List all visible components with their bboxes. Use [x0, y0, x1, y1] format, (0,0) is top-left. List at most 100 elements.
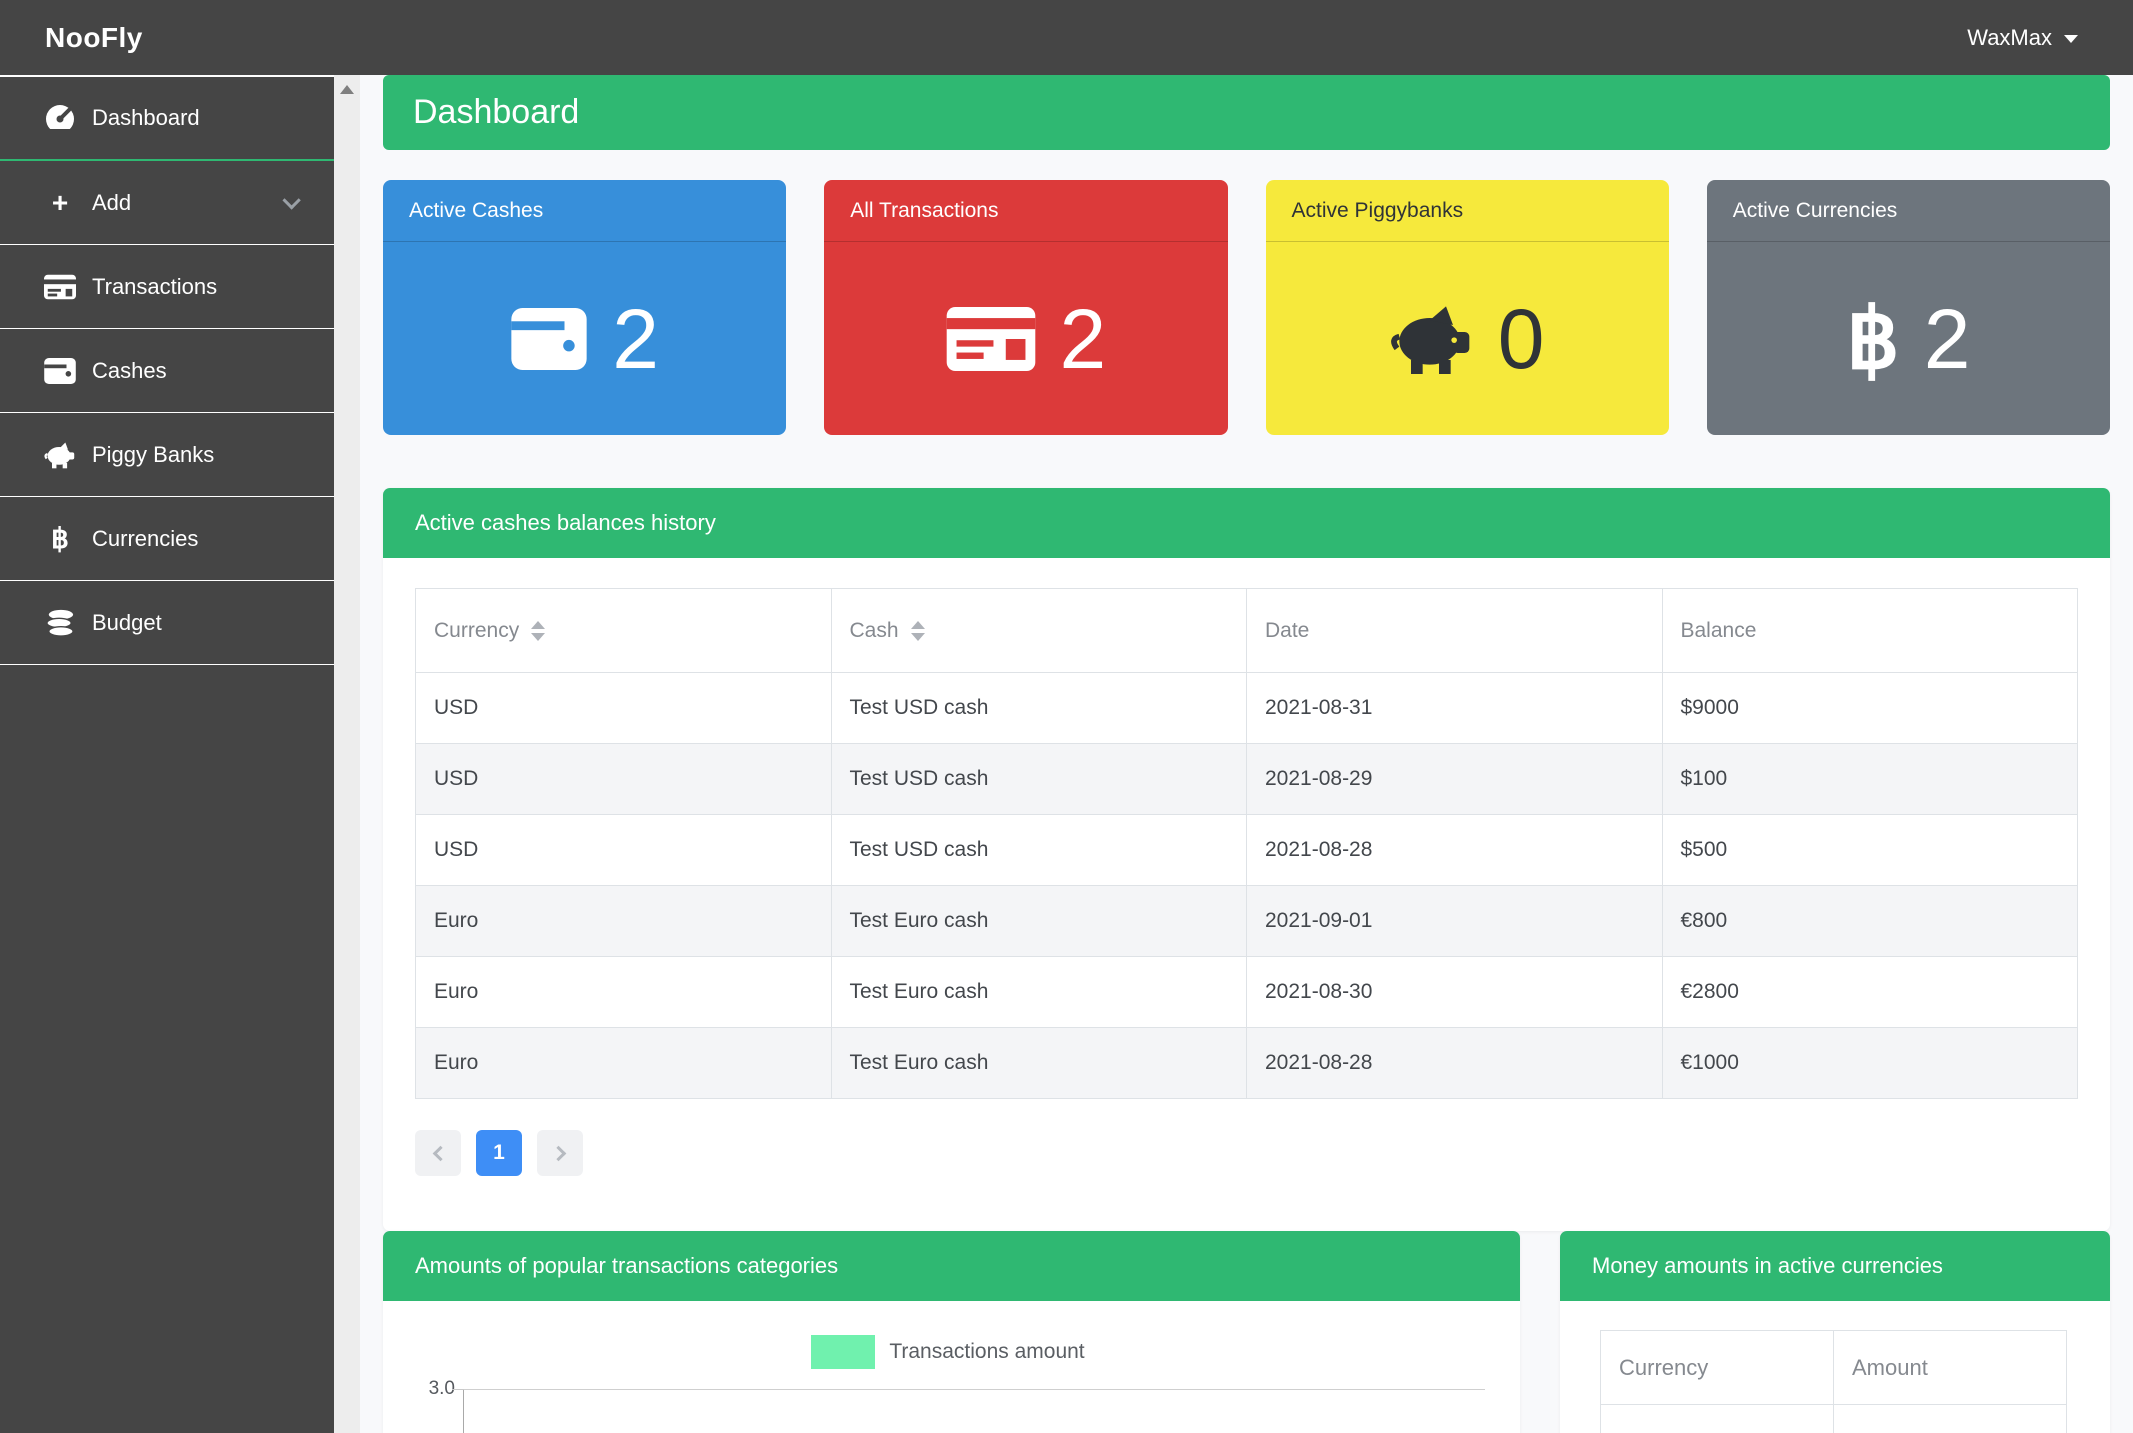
money-panel-title: Money amounts in active currencies [1592, 1253, 1943, 1278]
stat-card-active-currencies: Active Currencies ฿ 2 [1706, 180, 2110, 435]
table-row: Euro Test Euro cash 2021-09-01 €800 [415, 885, 2078, 957]
cell-cash: Test Euro cash [830, 956, 1247, 1028]
chart-plot-area [452, 1389, 1485, 1433]
cell-date: 2021-08-31 [1246, 672, 1663, 744]
chevron-left-icon [432, 1145, 448, 1161]
credit-card-icon [946, 306, 1036, 371]
cell-date: 2021-08-29 [1246, 743, 1663, 815]
sidebar-item-add[interactable]: + Add [0, 161, 334, 245]
stat-card-active-piggybanks: Active Piggybanks 0 [1265, 180, 1669, 435]
bottom-panels-row: Amounts of popular transactions categori… [383, 1231, 2110, 1433]
table-row: USD Test USD cash 2021-08-29 $100 [415, 743, 2078, 815]
column-label: Balance [1680, 618, 1757, 642]
chevron-right-icon [550, 1145, 566, 1161]
sidebar-item-piggy-banks[interactable]: Piggy Banks [0, 413, 334, 497]
column-header-date: Date [1246, 588, 1663, 673]
table-row [1600, 1404, 2067, 1433]
stat-card-title: Active Cashes [383, 180, 787, 242]
column-label: Date [1265, 618, 1310, 642]
scroll-up-arrow-icon[interactable] [340, 85, 354, 94]
table-row: USD Test USD cash 2021-08-31 $9000 [415, 672, 2078, 744]
user-menu[interactable]: WaxMax [1967, 25, 2078, 51]
stat-card-value: 0 [1497, 291, 1545, 386]
cell-balance: $500 [1661, 814, 2078, 886]
table-row: Euro Test Euro cash 2021-08-28 €1000 [415, 1027, 2078, 1099]
stat-card-title: All Transactions [824, 180, 1228, 242]
balances-panel-title: Active cashes balances history [415, 510, 716, 535]
stat-card-value: 2 [1923, 291, 1971, 386]
column-header-currency[interactable]: Currency [415, 588, 832, 673]
cell-cash: Test Euro cash [830, 885, 1247, 957]
cell-currency: Euro [415, 956, 832, 1028]
topbar: NooFly WaxMax [0, 0, 2133, 75]
cell-balance: $9000 [1661, 672, 2078, 744]
piggy-bank-icon [44, 441, 76, 469]
bitcoin-icon: ฿ [51, 522, 69, 554]
cell-cash: Test USD cash [830, 743, 1247, 815]
sidebar-item-label: Budget [92, 609, 162, 635]
balances-history-panel: Active cashes balances history Currency [383, 488, 2110, 1231]
page-title: Dashboard [413, 93, 580, 131]
sort-icon [910, 620, 925, 641]
stat-card-value: 2 [1059, 291, 1107, 386]
wallet-icon [510, 307, 588, 370]
brand-logo[interactable]: NooFly [45, 22, 143, 54]
legend-label: Transactions amount [889, 1340, 1085, 1363]
page-title-bar: Dashboard [383, 75, 2110, 150]
cell-currency: USD [415, 814, 832, 886]
cell-cash: Test Euro cash [830, 1027, 1247, 1099]
cell-currency: Euro [415, 885, 832, 957]
plus-icon: + [51, 186, 69, 218]
chart-area: 3.0 [411, 1378, 1485, 1433]
main-content: Dashboard Active Cashes 2 All Transactio… [360, 75, 2133, 1433]
cell-currency: USD [415, 743, 832, 815]
pagination-prev-button[interactable] [415, 1130, 461, 1176]
y-axis-tick-label: 3.0 [428, 1378, 455, 1399]
coins-icon [44, 609, 76, 637]
stat-cards-row: Active Cashes 2 All Transactions 2 Activ… [383, 180, 2110, 435]
table-row: USD Test USD cash 2021-08-28 $500 [415, 814, 2078, 886]
cell-currency: Euro [415, 1027, 832, 1099]
cell-balance: €800 [1661, 885, 2078, 957]
cell-date: 2021-09-01 [1246, 885, 1663, 957]
chart-panel-header: Amounts of popular transactions categori… [383, 1231, 1520, 1301]
sidebar-item-budget[interactable]: Budget [0, 581, 334, 665]
piggy-bank-icon [1390, 302, 1474, 376]
axis-tick-mark [452, 1389, 464, 1390]
chart-legend[interactable]: Transactions amount [411, 1335, 1485, 1369]
column-header-balance: Balance [1661, 588, 2078, 673]
stat-card-value: 2 [612, 291, 659, 386]
sidebar-item-label: Currencies [92, 525, 199, 551]
column-header-amount: Amount [1833, 1330, 2067, 1405]
sidebar-item-label: Dashboard [92, 105, 200, 130]
cell-balance: €2800 [1661, 956, 2078, 1028]
sidebar-item-transactions[interactable]: Transactions [0, 245, 334, 329]
money-amounts-panel: Money amounts in active currencies Curre… [1560, 1231, 2110, 1433]
legend-swatch [811, 1335, 876, 1369]
content-scrollbar[interactable] [334, 75, 360, 1433]
pagination-page-1-button[interactable]: 1 [476, 1130, 522, 1176]
table-row: Euro Test Euro cash 2021-08-30 €2800 [415, 956, 2078, 1028]
sidebar-item-label: Transactions [92, 273, 218, 299]
cell-date: 2021-08-30 [1246, 956, 1663, 1028]
bitcoin-icon: ฿ [1846, 291, 1900, 386]
sidebar-item-currencies[interactable]: ฿ Currencies [0, 497, 334, 581]
stat-card-title: Active Currencies [1706, 180, 2110, 242]
cell-date: 2021-08-28 [1246, 814, 1663, 886]
user-menu-label: WaxMax [1967, 24, 2052, 50]
sidebar: Dashboard + Add Transactions Cashes Pigg… [0, 75, 334, 1433]
sidebar-item-dashboard[interactable]: Dashboard [0, 77, 334, 161]
pagination-next-button[interactable] [537, 1130, 583, 1176]
cell-balance: €1000 [1661, 1027, 2078, 1099]
credit-card-icon [44, 274, 76, 300]
sidebar-item-label: Piggy Banks [92, 441, 215, 467]
sidebar-item-label: Cashes [92, 357, 167, 383]
sidebar-item-cashes[interactable]: Cashes [0, 329, 334, 413]
stat-card-title: Active Piggybanks [1265, 180, 1669, 242]
balances-table: Currency Cash Date Balance USD Test USD … [415, 588, 2078, 1099]
currencies-table: Currency Amount [1600, 1330, 2067, 1433]
stat-card-active-cashes: Active Cashes 2 [383, 180, 787, 435]
column-header-cash[interactable]: Cash [830, 588, 1247, 673]
transactions-chart-panel: Amounts of popular transactions categori… [383, 1231, 1520, 1433]
cell-balance: $100 [1661, 743, 2078, 815]
